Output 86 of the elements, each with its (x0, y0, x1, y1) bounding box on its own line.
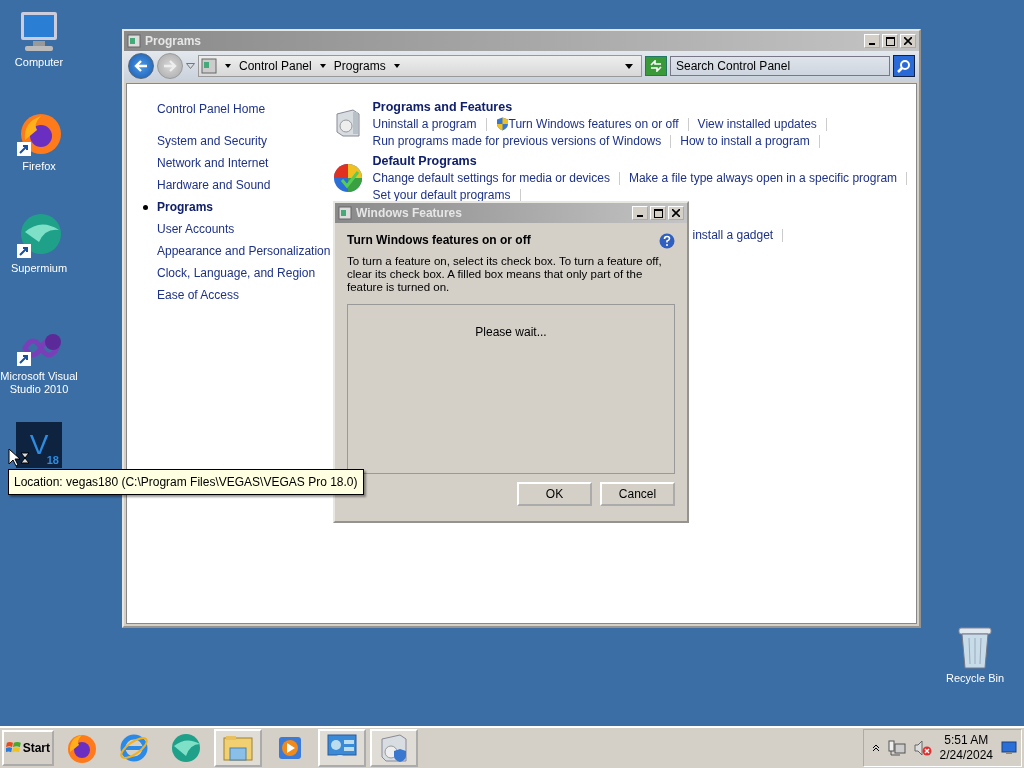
muted-speaker-icon[interactable] (913, 740, 932, 756)
play-icon (276, 734, 304, 762)
dialog-heading: Turn Windows features on or off (347, 233, 531, 247)
maximize-icon (885, 36, 895, 46)
window-title: Programs (145, 34, 202, 48)
back-button[interactable] (128, 53, 154, 79)
breadcrumb-arrow-icon[interactable] (225, 64, 231, 68)
cancel-button[interactable]: Cancel (600, 482, 675, 506)
minimize-button[interactable] (864, 34, 880, 48)
nav-link[interactable]: Hardware and Sound (157, 178, 271, 192)
clock-time[interactable]: 5:51 AM (944, 733, 989, 748)
breadcrumb[interactable]: Programs (333, 59, 386, 73)
shield-icon (495, 117, 509, 131)
breadcrumb-arrow-icon[interactable] (319, 64, 326, 68)
task-link[interactable]: Make a file type always open in a specific program (628, 171, 898, 185)
task-link[interactable]: Run programs made for previous versions of Windows (372, 134, 662, 148)
refresh-icon (649, 60, 663, 72)
nav-link[interactable]: User Accounts (157, 222, 235, 236)
default-programs-icon[interactable] (332, 162, 365, 194)
breadcrumb-arrow-icon[interactable] (393, 64, 400, 68)
maximize-button[interactable] (650, 206, 666, 220)
maximize-icon (653, 208, 663, 218)
desktop-icon-label[interactable]: Microsoft Visual Studio 2010 (0, 370, 78, 396)
taskbar-explorer-button[interactable] (214, 729, 262, 767)
task-link[interactable]: View installed updates (697, 117, 817, 131)
close-icon (904, 37, 912, 45)
software-box-icon (378, 733, 410, 763)
ok-button[interactable]: OK (517, 482, 592, 506)
address-dropdown-icon[interactable] (625, 63, 633, 69)
minimize-button[interactable] (632, 206, 648, 220)
back-arrow-icon (134, 60, 148, 72)
section-title-link[interactable]: Programs and Features (372, 100, 836, 114)
desktop-icon-label[interactable]: Firefox (22, 160, 56, 173)
nav-link[interactable]: Control Panel Home (157, 102, 266, 116)
network-icon[interactable] (887, 740, 906, 756)
nav-link[interactable]: Programs (157, 200, 214, 214)
desktop-icon-label[interactable]: Recycle Bin (945, 672, 1005, 685)
search-button[interactable] (893, 55, 915, 77)
task-link[interactable]: install a gadget (692, 228, 774, 242)
start-button[interactable]: Start (2, 730, 54, 766)
task-link[interactable]: Set your default programs (372, 188, 511, 202)
search-icon (897, 59, 911, 73)
address-bar[interactable]: Control Panel Programs (198, 55, 642, 77)
close-button[interactable] (900, 34, 916, 48)
close-icon (672, 209, 680, 217)
supermium-icon (170, 732, 202, 764)
taskbar-programs-button[interactable] (370, 729, 418, 767)
dialog-app-icon (338, 206, 352, 220)
task-link[interactable]: Uninstall a program (372, 117, 477, 131)
forward-arrow-icon (163, 60, 177, 72)
search-field[interactable]: Search Control Panel (670, 56, 890, 76)
loading-message: Please wait... (475, 325, 547, 339)
dialog-title: Windows Features (356, 206, 462, 220)
task-link[interactable]: Turn Windows features on or off (508, 117, 679, 131)
history-dropdown-icon[interactable] (186, 63, 195, 69)
browser-e-icon (118, 732, 150, 764)
dialog-description: To turn a feature on, select its check box. To turn a feature off, clear its check box. A filled box means that only part of the feature is turned on. (347, 255, 663, 294)
vegas-version-number: 18 (46, 454, 59, 466)
nav-link[interactable]: Network and Internet (157, 156, 269, 170)
task-link[interactable]: How to install a program (680, 134, 810, 148)
section-title-link[interactable]: Default Programs (372, 154, 917, 168)
window-app-icon (127, 34, 141, 48)
maximize-button[interactable] (882, 34, 898, 48)
clock-date[interactable]: 2/24/2024 (939, 748, 993, 763)
breadcrumb[interactable]: Control Panel (239, 59, 312, 73)
tooltip: Location: vegas180 (C:\Program Files\VEGAS\VEGAS Pro 18.0) (8, 469, 364, 495)
task-link[interactable]: Change default settings for media or devices (372, 171, 610, 185)
desktop-icon-label[interactable]: Computer (14, 56, 64, 69)
folder-icon (222, 734, 254, 762)
firefox-icon (66, 732, 98, 764)
control-panel-icon (201, 58, 217, 74)
refresh-button[interactable] (645, 56, 667, 76)
nav-link[interactable]: Ease of Access (157, 288, 240, 302)
nav-link[interactable]: Appearance and Personalization (157, 244, 331, 258)
taskbar-controlpanel-button[interactable] (318, 729, 366, 767)
busy-cursor-icon (8, 448, 30, 468)
chevron-up-icon[interactable] (871, 744, 880, 752)
desktop-icon-label[interactable]: Supermium (10, 262, 68, 275)
help-icon[interactable] (659, 233, 675, 249)
supermium-icon[interactable] (15, 212, 63, 260)
control-panel-icon (326, 733, 358, 763)
recycle-bin-icon[interactable] (955, 624, 995, 670)
show-desktop-icon[interactable] (1001, 741, 1017, 755)
nav-link[interactable]: System and Security (157, 134, 268, 148)
nav-link[interactable]: Clock, Language, and Region (157, 266, 316, 280)
close-button[interactable] (668, 206, 684, 220)
